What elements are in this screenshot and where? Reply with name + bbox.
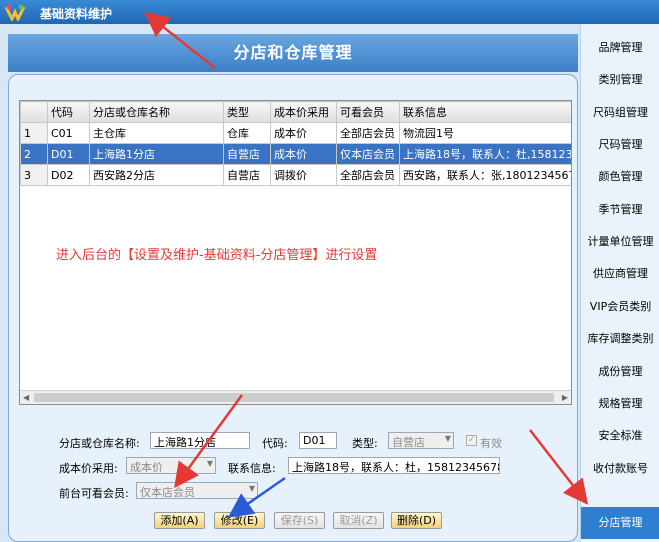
arrow-to-member-select <box>174 394 244 489</box>
annotation-arrows <box>144 11 589 518</box>
arrow-to-title <box>144 11 216 69</box>
arrow-to-edit-button <box>227 476 286 518</box>
arrow-to-sidebar-store <box>529 429 589 505</box>
